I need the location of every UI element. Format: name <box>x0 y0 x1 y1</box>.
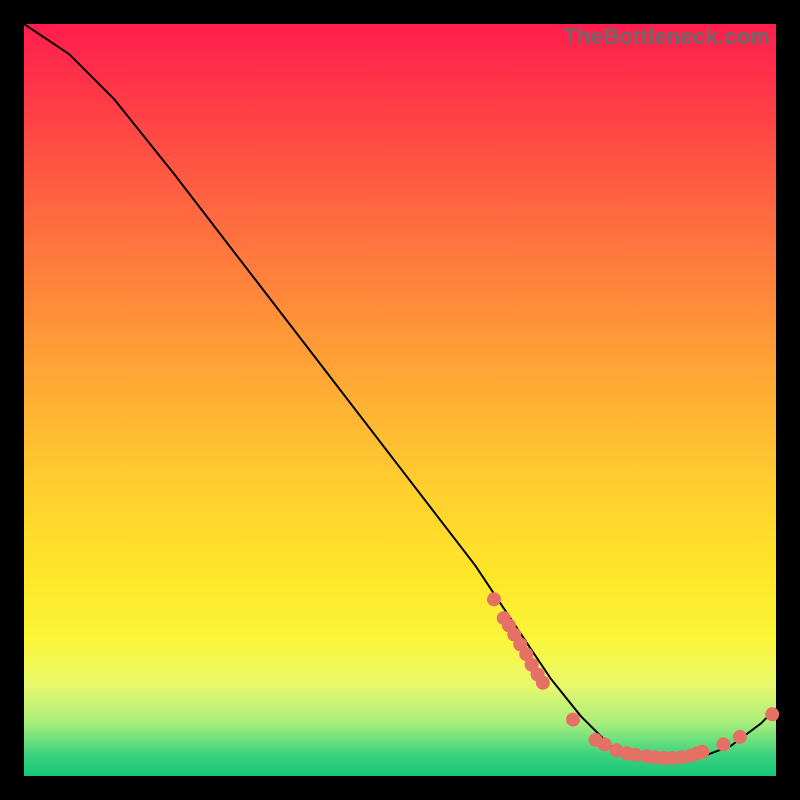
data-point <box>733 730 747 744</box>
plot-area: TheBottleneck.com <box>24 24 776 776</box>
curve-markers <box>487 592 779 765</box>
data-point <box>695 745 709 759</box>
data-point <box>487 592 501 606</box>
data-point <box>566 713 580 727</box>
curve-line <box>24 24 776 761</box>
data-point <box>716 737 730 751</box>
chart-canvas: TheBottleneck.com <box>0 0 800 800</box>
data-point <box>765 707 779 721</box>
chart-svg <box>24 24 776 776</box>
data-point <box>536 676 550 690</box>
data-point <box>598 737 612 751</box>
